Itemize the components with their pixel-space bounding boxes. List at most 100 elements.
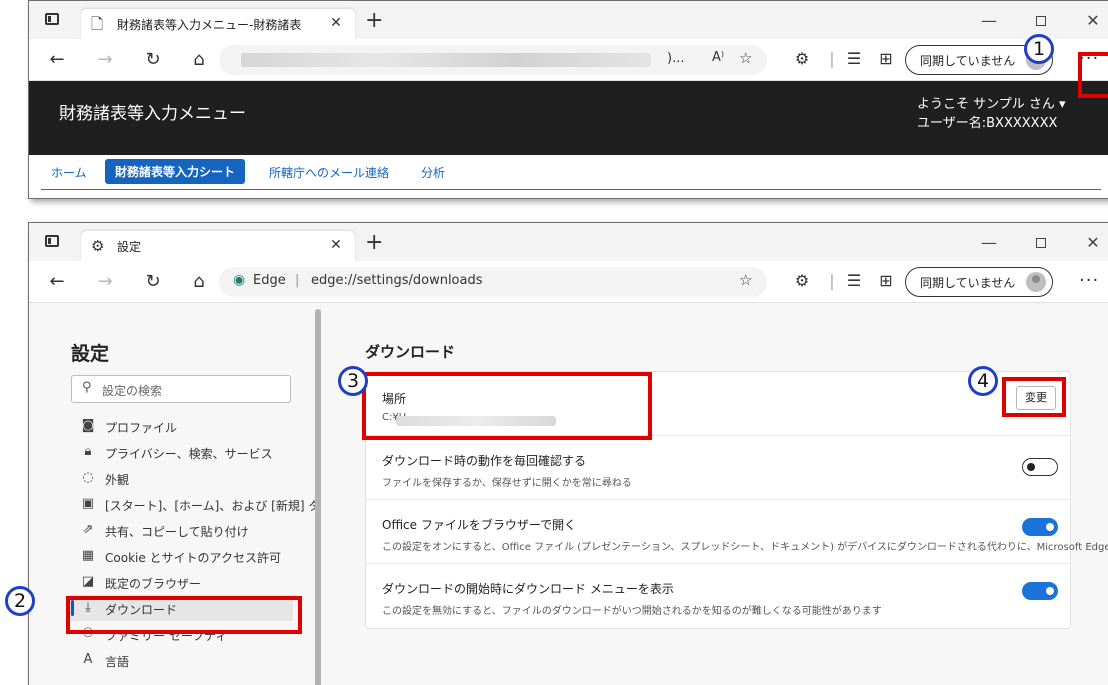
sidebar-title: 設定	[71, 343, 110, 365]
tab-actions-icon[interactable]	[45, 13, 59, 25]
app-header: 財務諸表等入力メニュー ようこそ サンプル さん ▾ ユーザー名:BXXXXXX…	[29, 81, 1108, 155]
tab-title: 財務諸表等入力メニュー-財務諸表	[117, 18, 302, 32]
new-tab-icon[interactable]: +	[365, 9, 383, 33]
address-toolbar: ← → ↻ ⌂ )... A⁾ ☆ ⚙ | ☰ ⊞ 同期していません ···	[29, 39, 1108, 81]
gear-icon: ⚙	[91, 237, 105, 255]
office-toggle[interactable]	[1022, 518, 1058, 536]
office-label: Office ファイルをブラウザーで開く	[382, 518, 577, 532]
sidebar-item-profile[interactable]: ◙ プロファイル	[67, 413, 293, 439]
sidebar-item-default-browser[interactable]: ◪ 既定のブラウザー	[67, 569, 293, 595]
ask-desc: ファイルを保存するか、保存せずに開くかを常に尋ねる	[382, 478, 632, 489]
browser-window-financial-menu: 🗋 財務諸表等入力メニュー-財務諸表 ✕ + — ✕ ← → ↻ ⌂ )... …	[28, 0, 1108, 199]
menu-label: ダウンロードの開始時にダウンロード メニューを表示	[382, 582, 674, 596]
language-icon: A	[83, 652, 93, 667]
tab-bar: ⚙ 設定 ✕ + — ✕	[29, 223, 1108, 261]
nav-home[interactable]: ホーム	[51, 164, 87, 181]
close-window-icon[interactable]: ✕	[1083, 11, 1103, 30]
nav-underline	[41, 189, 1101, 190]
collections-icon[interactable]: ⊞	[875, 49, 897, 68]
new-tab-icon[interactable]: +	[365, 231, 383, 255]
menu-toggle[interactable]	[1022, 582, 1058, 600]
app-nav: ホーム 財務諸表等入力シート 所轄庁へのメール連絡 分析	[29, 155, 1108, 198]
profile-sync-button[interactable]: 同期していません	[905, 267, 1053, 297]
toolbar-separator: |	[829, 271, 835, 290]
search-icon: ⚲	[82, 380, 92, 395]
nav-analysis[interactable]: 分析	[421, 164, 445, 181]
ask-toggle[interactable]	[1022, 458, 1058, 476]
url-brand: Edge	[253, 273, 286, 288]
tab-actions-icon[interactable]	[45, 235, 59, 247]
forward-icon[interactable]: →	[93, 271, 117, 293]
forward-icon[interactable]: →	[93, 49, 117, 71]
maximize-icon[interactable]	[1031, 11, 1051, 30]
step-marker-4: 4	[968, 366, 998, 396]
add-favorite-icon[interactable]: ☆	[739, 271, 752, 289]
minimize-icon[interactable]: —	[979, 11, 999, 30]
maximize-icon[interactable]	[1031, 233, 1051, 252]
cookie-icon: ▦	[81, 548, 95, 563]
favorites-icon[interactable]: ☰	[843, 49, 865, 68]
url-path: edge://settings/downloads	[311, 273, 483, 288]
browser-tab[interactable]: 🗋 財務諸表等入力メニュー-財務諸表 ✕	[81, 9, 355, 39]
close-window-icon[interactable]: ✕	[1083, 233, 1103, 252]
url-tail: )...	[667, 51, 685, 66]
menu-row: ダウンロードの開始時にダウンロード メニューを表示 この設定を無効にすると、ファ…	[366, 564, 1070, 628]
sidebar-item-start-page[interactable]: ▣ [スタート]、[ホーム]、および [新規] タブ	[67, 491, 333, 517]
read-aloud-icon[interactable]: A⁾	[712, 50, 724, 65]
extensions-icon[interactable]: ⚙	[791, 271, 813, 290]
step-marker-2: 2	[5, 586, 35, 616]
highlight-location	[362, 372, 652, 440]
minimize-icon[interactable]: —	[979, 233, 999, 252]
sync-label: 同期していません	[920, 276, 1016, 290]
ask-row: ダウンロード時の動作を毎回確認する ファイルを保存するか、保存せずに開くかを常に…	[366, 436, 1070, 500]
highlight-downloads-item	[66, 596, 302, 634]
downloads-settings-panel: ダウンロード 場所 C:¥U 変更 ダウンロード時の動作を毎回確認する ファイル…	[321, 303, 1108, 685]
address-bar[interactable]: )... A⁾ ☆	[219, 45, 767, 75]
sidebar-item-appearance[interactable]: ◌ 外観	[67, 465, 293, 491]
browser-tab[interactable]: ⚙ 設定 ✕	[81, 231, 355, 261]
highlight-change-button	[1002, 377, 1066, 417]
refresh-icon[interactable]: ↻	[141, 271, 165, 293]
office-desc: この設定をオンにすると、Office ファイル (プレゼンテーション、スプレッド…	[382, 542, 1108, 553]
sidebar-item-share[interactable]: ⇗ 共有、コピーして貼り付け	[67, 517, 293, 543]
search-placeholder: 設定の検索	[102, 384, 163, 398]
share-icon: ⇗	[82, 522, 94, 537]
ask-label: ダウンロード時の動作を毎回確認する	[382, 454, 587, 468]
default-browser-icon: ◪	[81, 574, 95, 589]
close-tab-icon[interactable]: ✕	[327, 236, 345, 254]
refresh-icon[interactable]: ↻	[141, 49, 165, 71]
step-marker-3: 3	[338, 366, 368, 396]
collections-icon[interactable]: ⊞	[875, 271, 897, 290]
address-toolbar: ← → ↻ ⌂ ◉ Edge | edge://settings/downloa…	[29, 261, 1108, 303]
avatar	[1026, 272, 1046, 292]
sidebar-item-privacy[interactable]: 🔒︎ プライバシー、検索、サービス	[67, 439, 293, 465]
page-title: ダウンロード	[365, 343, 456, 361]
home-icon[interactable]: ⌂	[187, 49, 211, 71]
address-bar[interactable]: ◉ Edge | edge://settings/downloads ☆	[219, 267, 767, 297]
blurred-url	[241, 53, 651, 67]
menu-desc: この設定を無効にすると、ファイルのダウンロードがいつ開始されるかを知るのが難しく…	[382, 606, 882, 617]
back-icon[interactable]: ←	[45, 49, 69, 71]
username: ユーザー名:BXXXXXXX	[917, 116, 1058, 131]
more-options-icon[interactable]: ···	[1079, 270, 1099, 291]
user-menu[interactable]: ようこそ サンプル さん ▾	[917, 93, 1066, 112]
home-icon[interactable]: ⌂	[187, 271, 211, 293]
toolbar-separator: |	[829, 49, 835, 68]
favorites-icon[interactable]: ☰	[843, 271, 865, 290]
tab-bar: 🗋 財務諸表等入力メニュー-財務諸表 ✕ + — ✕	[29, 1, 1108, 39]
close-tab-icon[interactable]: ✕	[327, 14, 345, 32]
tab-title: 設定	[117, 240, 142, 254]
extensions-icon[interactable]: ⚙	[791, 49, 813, 68]
nav-mail[interactable]: 所轄庁へのメール連絡	[269, 164, 389, 181]
page-icon: 🗋	[91, 15, 104, 33]
highlight-more-options	[1078, 52, 1108, 98]
sidebar-item-language[interactable]: A 言語	[67, 647, 293, 673]
sidebar-item-cookies[interactable]: ▦ Cookie とサイトのアクセス許可	[67, 543, 293, 569]
back-icon[interactable]: ←	[45, 271, 69, 293]
office-row: Office ファイルをブラウザーで開く この設定をオンにすると、Office …	[366, 500, 1108, 564]
url-separator: |	[295, 273, 300, 288]
add-favorite-icon[interactable]: ☆	[739, 49, 752, 67]
nav-input-sheet[interactable]: 財務諸表等入力シート	[105, 159, 246, 184]
settings-search-input[interactable]: ⚲ 設定の検索	[71, 375, 291, 403]
sync-label: 同期していません	[920, 54, 1016, 68]
